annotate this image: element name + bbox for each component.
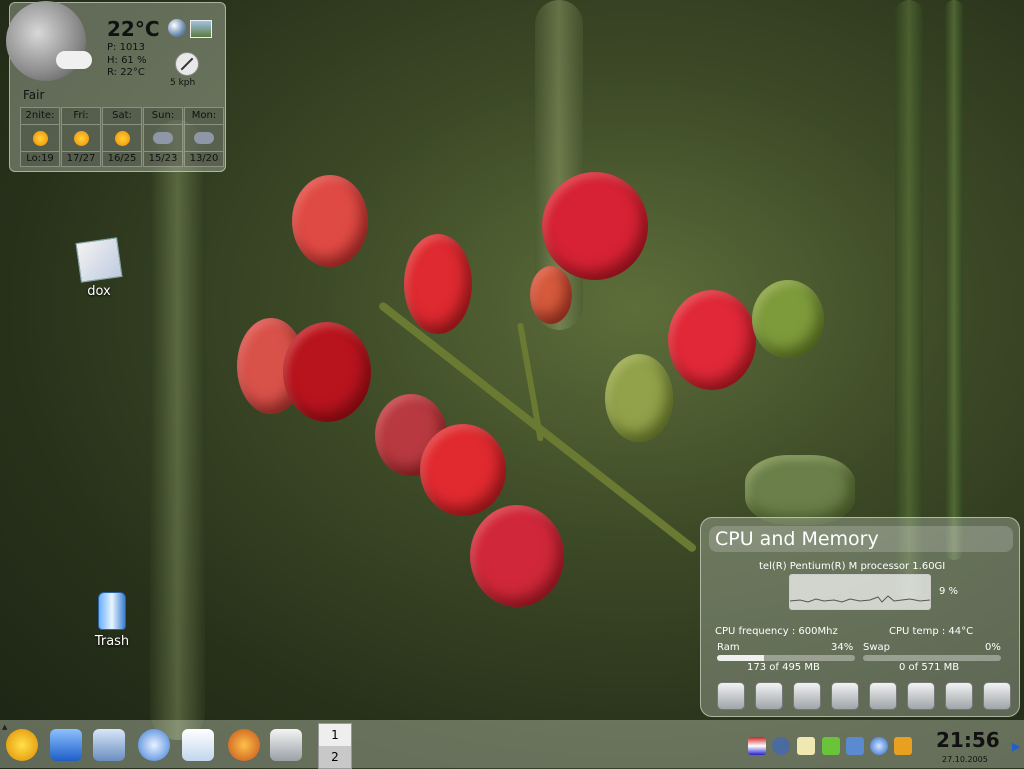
partly-cloudy-icon (32, 130, 48, 146)
raspberry (530, 266, 572, 324)
monitor-icon[interactable] (717, 682, 745, 710)
clock-date: 27.10.2005 (942, 755, 988, 764)
cpu-load-graph (789, 574, 931, 610)
swap-usage-bar (863, 655, 1001, 661)
cpu-memory-widget[interactable]: CPU and Memory tel(R) Pentium(R) M proce… (700, 517, 1020, 717)
compass-icon (175, 52, 199, 76)
trash-icon (98, 592, 126, 630)
ram-label: Ram (717, 642, 740, 653)
rain-icon (153, 132, 173, 144)
cpu-load-percent: 9 % (939, 586, 959, 597)
forecast-day: Sat: 16/25 (102, 107, 142, 167)
swap-percent: 0% (985, 642, 1001, 653)
notes-icon[interactable] (907, 682, 935, 710)
forecast-day-name: Sat: (103, 108, 141, 125)
desktop-pager[interactable]: 1 2 (318, 723, 352, 769)
alarm-clock-icon[interactable] (869, 682, 897, 710)
widget-toolbar (717, 682, 1011, 710)
ram-usage-bar (717, 655, 855, 661)
cloud-icon (56, 51, 92, 69)
documents-icon (75, 237, 123, 283)
temperature: 22°C (107, 17, 160, 41)
processor-name: tel(R) Pentium(R) M processor 1.60GI (759, 561, 946, 572)
battery-icon[interactable] (822, 737, 840, 755)
desktop-icon-trash[interactable]: Trash (77, 592, 147, 649)
chip-icon[interactable] (755, 682, 783, 710)
forecast-day: Sun: 15/23 (143, 107, 183, 167)
weather-condition: Fair (23, 88, 45, 102)
users-icon[interactable] (772, 737, 790, 755)
desktop-icon-label: Trash (94, 634, 130, 649)
forecast-day-name: 2nite: (21, 108, 59, 125)
raspberry (283, 322, 371, 422)
network-tray-icon[interactable] (870, 737, 888, 755)
globe-icon[interactable] (168, 19, 186, 37)
sun-icon (73, 130, 89, 146)
klipper-icon[interactable] (797, 737, 815, 755)
background-stem (895, 0, 923, 600)
forecast-temps: Lo:19 (21, 151, 59, 166)
ram-usage-fill (717, 655, 764, 661)
humidity: H: 61 % (107, 55, 147, 66)
network-icon[interactable] (831, 682, 859, 710)
swap-label: Swap (863, 642, 891, 653)
forecast-day-name: Mon: (185, 108, 223, 125)
moon-icon (6, 1, 86, 81)
forecast: 2nite: Lo:19 Fri: 17/27 Sat: 16/25 Sun: … (20, 107, 224, 167)
pager-desktop-2[interactable]: 2 (319, 746, 351, 768)
forecast-temps: 13/20 (185, 151, 223, 166)
swap-used: 0 of 571 MB (899, 662, 960, 673)
volume-icon[interactable] (846, 737, 864, 755)
panel-hide-arrow[interactable]: ▶ (1012, 740, 1020, 753)
background-stem (945, 0, 963, 560)
raspberry (542, 172, 648, 280)
forecast-day: Mon: 13/20 (184, 107, 224, 167)
drive-icon[interactable] (945, 682, 973, 710)
camera-icon[interactable] (270, 729, 302, 761)
forecast-day-name: Sun: (144, 108, 182, 125)
clock-time[interactable]: 21:56 (936, 728, 1000, 752)
updates-icon[interactable] (894, 737, 912, 755)
wind-speed: 5 kph (170, 78, 196, 88)
forecast-day-name: Fri: (62, 108, 100, 125)
widget-title: CPU and Memory (709, 526, 1013, 552)
pressure: P: 1013 (107, 42, 146, 53)
unripe-berry (605, 354, 673, 442)
raspberry (668, 290, 756, 390)
unripe-berry (752, 280, 824, 358)
cpu-temperature: CPU temp : 44°C (889, 626, 974, 637)
raspberry (470, 505, 564, 607)
map-icon[interactable] (190, 20, 212, 38)
sun-icon (114, 130, 130, 146)
home-folder-icon[interactable] (50, 729, 82, 761)
ram-percent: 34% (831, 642, 854, 653)
desktop-icon-dox[interactable]: dox (64, 237, 134, 299)
raspberry (404, 234, 472, 334)
ram-used: 173 of 495 MB (747, 662, 820, 673)
leaf (745, 455, 855, 525)
raspberry (420, 424, 506, 516)
forecast-day: 2nite: Lo:19 (20, 107, 60, 167)
rain-icon (194, 132, 214, 144)
harddisk-icon[interactable] (793, 682, 821, 710)
cpu-frequency: CPU frequency : 600Mhz (715, 626, 838, 637)
desktop-preview-icon[interactable] (93, 729, 125, 761)
mail-icon[interactable] (182, 729, 214, 761)
forecast-temps: 15/23 (144, 151, 182, 166)
flag-icon[interactable] (748, 737, 766, 755)
forecast-temps: 17/27 (62, 151, 100, 166)
browser-icon[interactable] (138, 729, 170, 761)
start-menu-button[interactable] (6, 729, 38, 761)
pager-desktop-1[interactable]: 1 (319, 724, 351, 746)
forecast-day: Fri: 17/27 (61, 107, 101, 167)
panel-handle[interactable]: ▲ (2, 723, 7, 731)
desktop-icon-label: dox (87, 284, 111, 299)
trash-can-icon[interactable] (983, 682, 1011, 710)
firefox-icon[interactable] (228, 729, 260, 761)
background-stem (150, 120, 205, 740)
realfeel: R: 22°C (107, 67, 145, 78)
raspberry (292, 175, 368, 267)
forecast-temps: 16/25 (103, 151, 141, 166)
weather-widget[interactable]: 22°C P: 1013 H: 61 % R: 22°C 5 kph Fair … (6, 1, 226, 172)
